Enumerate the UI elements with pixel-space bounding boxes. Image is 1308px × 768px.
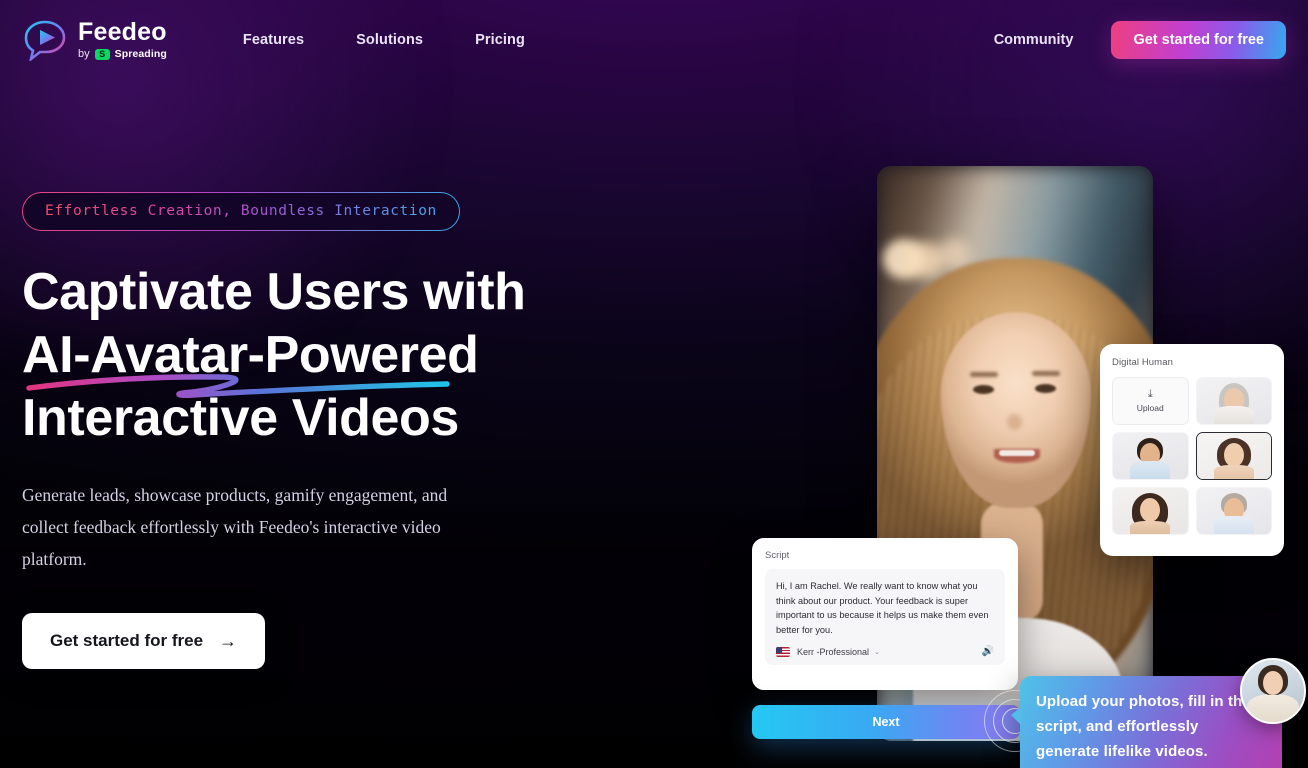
voice-select-label[interactable]: Kerr -Professional <box>797 647 869 657</box>
tooltip-text: Upload your photos, fill in the script, … <box>1036 693 1251 760</box>
logo-byline: by S Spreading <box>78 48 167 60</box>
hero-cta-label: Get started for free <box>50 631 204 650</box>
us-flag-icon <box>776 647 790 657</box>
nav-item-solutions[interactable]: Solutions <box>356 32 423 48</box>
script-footer: Kerr -Professional ⌄ 🔊 <box>776 647 994 657</box>
nav-item-community[interactable]: Community <box>994 32 1074 48</box>
digital-human-grid: ⤓ Upload <box>1112 377 1272 535</box>
hero-badge-text: Effortless Creation, Boundless Interacti… <box>45 203 437 219</box>
digital-human-avatar-brunette-woman[interactable] <box>1195 432 1272 480</box>
nav-item-pricing[interactable]: Pricing <box>475 32 525 48</box>
tooltip-avatar <box>1240 658 1306 724</box>
speaker-icon[interactable]: 🔊 <box>982 647 994 657</box>
hero-title-line-3: Interactive Videos <box>22 389 459 447</box>
logo-by-text: by <box>78 48 90 60</box>
page-title: Captivate Users with AI-Avatar-Powered I… <box>22 261 622 450</box>
logo-brand-text: Spreading <box>114 48 167 60</box>
main-nav: Features Solutions Pricing <box>243 32 525 48</box>
script-title: Script <box>765 550 790 561</box>
digital-human-avatar-young-man[interactable] <box>1112 432 1189 480</box>
digital-human-upload-cell[interactable]: ⤓ Upload <box>1112 377 1189 425</box>
logo-wordmark: Feedeo <box>78 18 167 46</box>
upload-icon: ⤓ <box>1147 388 1153 400</box>
avatar-thumb <box>1196 488 1271 534</box>
script-textbox[interactable]: Hi, I am Rachel. We really want to know … <box>765 569 1005 665</box>
digital-human-avatar-long-hair-woman[interactable] <box>1112 487 1189 535</box>
hero-get-started-button[interactable]: Get started for free → <box>22 613 266 669</box>
landing-page: Feedeo by S Spreading Features Solutions… <box>0 0 1308 768</box>
digital-human-panel: Digital Human ⤓ Upload <box>1100 344 1284 556</box>
feedeo-logo-icon <box>24 20 66 61</box>
avatar-thumb <box>1113 433 1188 479</box>
product-mockup: Digital Human ⤓ Upload Script Hi, I am R… <box>748 150 1308 768</box>
arrow-right-icon: → <box>219 631 238 651</box>
spreading-icon: S <box>94 48 110 60</box>
header-get-started-button[interactable]: Get started for free <box>1111 21 1286 59</box>
hero-title-line-1: Captivate Users with <box>22 263 526 321</box>
tooltip-tail <box>1011 706 1022 726</box>
script-panel: Script Hi, I am Rachel. We really want t… <box>752 538 1018 690</box>
digital-human-avatar-glasses-man[interactable] <box>1195 487 1272 535</box>
upload-label: Upload <box>1136 403 1164 413</box>
hero-description: Generate leads, showcase products, gamif… <box>22 485 448 569</box>
header-actions: Community Get started for free <box>994 21 1286 59</box>
avatar-thumb <box>1113 488 1188 534</box>
avatar-thumb <box>1196 433 1271 479</box>
avatar-thumb <box>1196 378 1271 424</box>
script-text: Hi, I am Rachel. We really want to know … <box>776 581 989 635</box>
nav-item-features[interactable]: Features <box>243 32 304 48</box>
digital-human-avatar-senior-woman[interactable] <box>1195 377 1272 425</box>
site-header: Feedeo by S Spreading Features Solutions… <box>0 0 1308 80</box>
logo[interactable]: Feedeo by S Spreading <box>22 19 167 61</box>
chevron-down-icon[interactable]: ⌄ <box>874 648 880 656</box>
hero-content: Effortless Creation, Boundless Interacti… <box>22 192 622 669</box>
digital-human-title: Digital Human <box>1112 357 1173 368</box>
hero-title-line-2: AI-Avatar-Powered <box>22 326 479 384</box>
hero-badge: Effortless Creation, Boundless Interacti… <box>22 192 460 231</box>
feature-tooltip: Upload your photos, fill in the script, … <box>1011 658 1306 768</box>
next-button[interactable]: Next <box>752 705 1020 739</box>
